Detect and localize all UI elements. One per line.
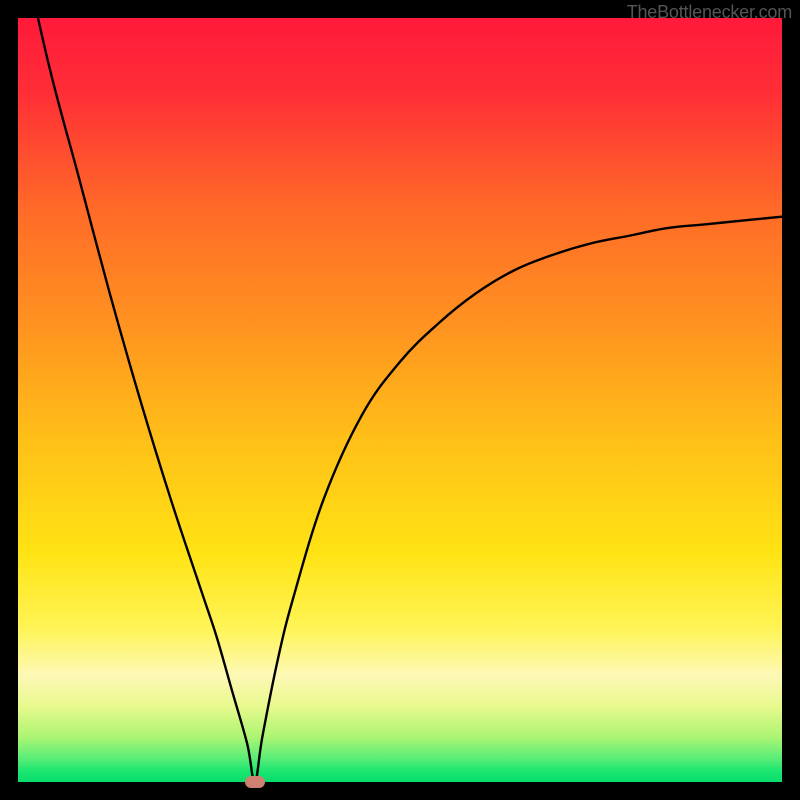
bottleneck-curve (18, 18, 782, 782)
plot-area (18, 18, 782, 782)
chart-container: TheBottlenecker.com (0, 0, 800, 800)
minimum-marker (245, 776, 265, 788)
curve-svg (18, 18, 782, 782)
